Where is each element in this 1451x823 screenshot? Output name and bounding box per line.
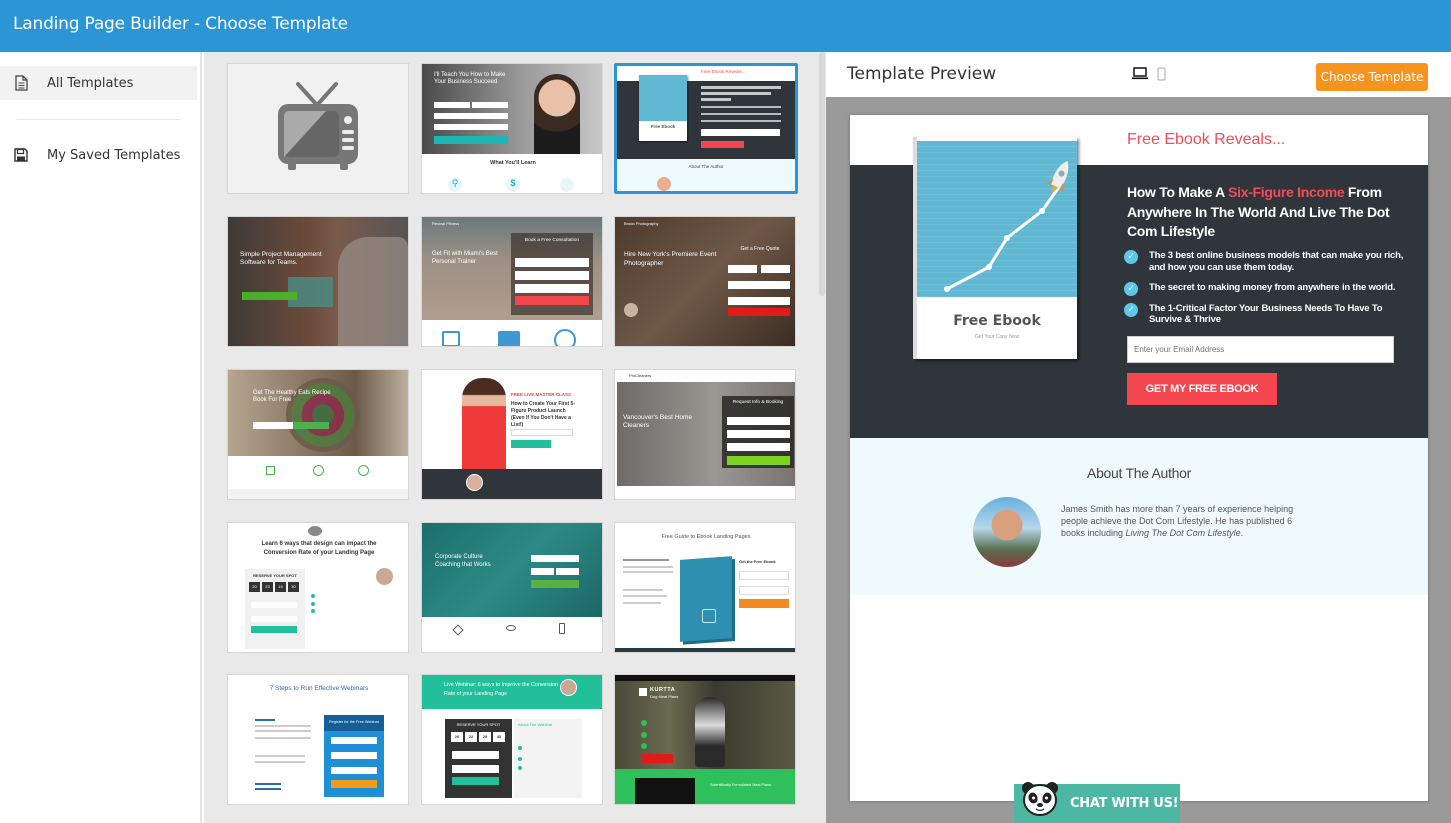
template-preview-page: Free Ebook Reveals... Free Ebook Get You… — [850, 115, 1428, 801]
sidebar-item-all-templates[interactable]: All Templates — [0, 66, 197, 100]
app-title: Landing Page Builder - Choose Template — [13, 14, 348, 34]
template-card-project-management[interactable]: Simple Project Management Software for T… — [227, 216, 409, 347]
ebook-subtitle: Get Your Copy Now — [975, 334, 1019, 340]
document-icon — [14, 75, 28, 91]
ebook-cover: Free Ebook Get Your Copy Now — [913, 137, 1077, 359]
growth-chart-icon — [944, 160, 1069, 292]
ebook-title: Free Ebook — [953, 313, 1041, 329]
panda-icon — [1020, 781, 1060, 822]
preview-bullet-list: ✓ The 3 best online business models that … — [1124, 250, 1404, 335]
template-card-live-webinar[interactable]: Live Webinar: 6 ways to Improve the Conv… — [421, 674, 603, 805]
template-card-home-cleaners[interactable]: ProCleaners Vancouver's Best Home Cleane… — [614, 369, 796, 500]
template-card-design-webinar[interactable]: Learn 6 ways that design can impact the … — [227, 522, 409, 653]
sidebar-item-my-saved-templates[interactable]: My Saved Templates — [0, 138, 197, 172]
ebook-cover-art — [917, 141, 1077, 297]
rocket-icon — [1045, 160, 1069, 194]
bullet-item: ✓ The secret to making money from anywher… — [1124, 282, 1404, 296]
get-free-ebook-button[interactable]: GET MY FREE EBOOK — [1127, 373, 1277, 405]
author-avatar — [973, 497, 1041, 567]
template-card-blank[interactable] — [227, 63, 409, 194]
app-header: Landing Page Builder - Choose Template — [0, 0, 1451, 52]
template-card-personal-trainer[interactable]: Revival Fitness Get Fit with Miami's Bes… — [421, 216, 603, 347]
preview-kicker: Free Ebook Reveals... — [1127, 131, 1286, 148]
preview-panel: Template Preview Choose Template Free Eb… — [826, 52, 1451, 823]
floppy-disk-icon — [14, 147, 28, 163]
template-card-free-ebook[interactable]: Free Ebook Free Ebook Reveals... About T… — [614, 63, 798, 194]
mobile-view-icon[interactable] — [1157, 67, 1166, 86]
template-card-recipe-book[interactable]: Get The Healthy Eats Recipe Book For Fre… — [227, 369, 409, 500]
about-title: About The Author — [1087, 465, 1191, 481]
template-card-live-master-class[interactable]: FREE LIVE MASTER CLASS How to Create You… — [421, 369, 603, 500]
chat-label: CHAT WITH US! — [1070, 796, 1179, 811]
sidebar-item-label: My Saved Templates — [47, 147, 181, 163]
tv-icon — [278, 82, 358, 170]
preview-headline: How To Make A Six-Figure Income From Any… — [1127, 184, 1390, 239]
preview-header: Template Preview Choose Template — [826, 52, 1451, 97]
sidebar-divider — [17, 119, 180, 120]
about-author-section: About The Author James Smith has more th… — [850, 438, 1428, 595]
check-icon: ✓ — [1124, 302, 1138, 317]
template-card-ebook-guide[interactable]: Free Guide to Ebook Landing Pages Get th… — [614, 522, 796, 653]
template-gallery: I'll Teach You How to Make Your Business… — [204, 52, 826, 823]
choose-template-button[interactable]: Choose Template — [1316, 63, 1428, 91]
template-card-dog-meal-plans[interactable]: KURTTA Dog Meal Plans Scientifically For… — [614, 674, 796, 805]
bullet-item: ✓ The 3 best online business models that … — [1124, 250, 1404, 273]
check-icon: ✓ — [1124, 250, 1138, 264]
bullet-item: ✓ The 1-Critical Factor Your Business Nee… — [1124, 302, 1404, 326]
desktop-view-icon[interactable] — [1131, 67, 1149, 86]
template-card-event-photographer[interactable]: Brodo Photography Hire New York's Premie… — [614, 216, 796, 347]
author-bio: James Smith has more than 7 years of exp… — [1061, 504, 1294, 538]
gallery-scrollbar[interactable] — [819, 52, 825, 296]
template-card-business-coach[interactable]: I'll Teach You How to Make Your Business… — [421, 63, 603, 194]
email-field[interactable] — [1127, 336, 1394, 363]
preview-title: Template Preview — [847, 64, 997, 84]
sidebar: All Templates My Saved Templates — [0, 52, 202, 823]
template-card-webinar-steps[interactable]: 7 Steps to Run Effective Webinars Regist… — [227, 674, 409, 805]
chat-widget-button[interactable]: CHAT WITH US! — [1014, 781, 1180, 823]
check-icon: ✓ — [1124, 282, 1138, 296]
template-card-corporate-coaching[interactable]: Corporate Culture Coaching that Works — [421, 522, 603, 653]
sidebar-item-label: All Templates — [47, 75, 134, 91]
